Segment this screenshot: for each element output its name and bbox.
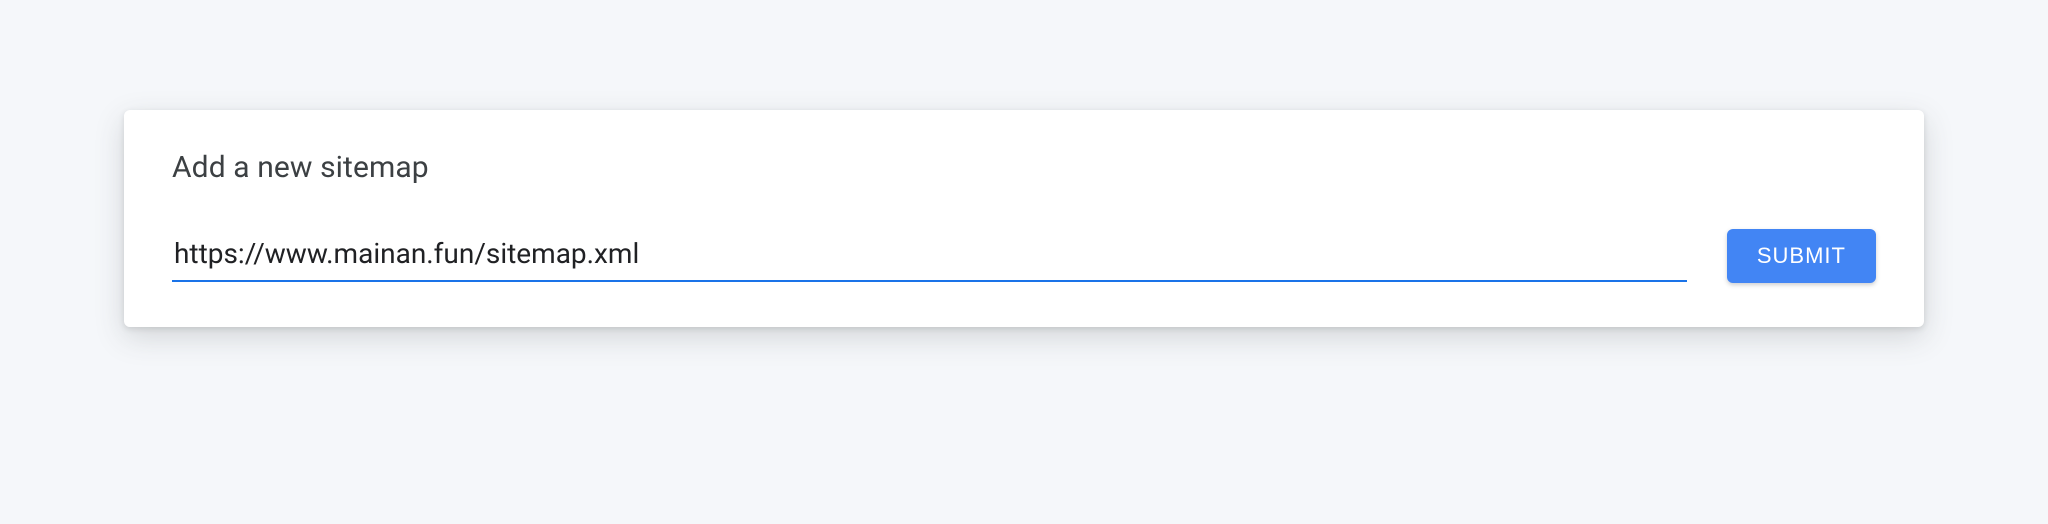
sitemap-url-input[interactable]: [172, 231, 1687, 282]
card-title: Add a new sitemap: [172, 150, 1876, 185]
sitemap-form-row: SUBMIT: [172, 229, 1876, 283]
add-sitemap-card: Add a new sitemap SUBMIT: [124, 110, 1924, 327]
submit-button[interactable]: SUBMIT: [1727, 229, 1876, 283]
sitemap-input-wrap: [172, 231, 1687, 282]
